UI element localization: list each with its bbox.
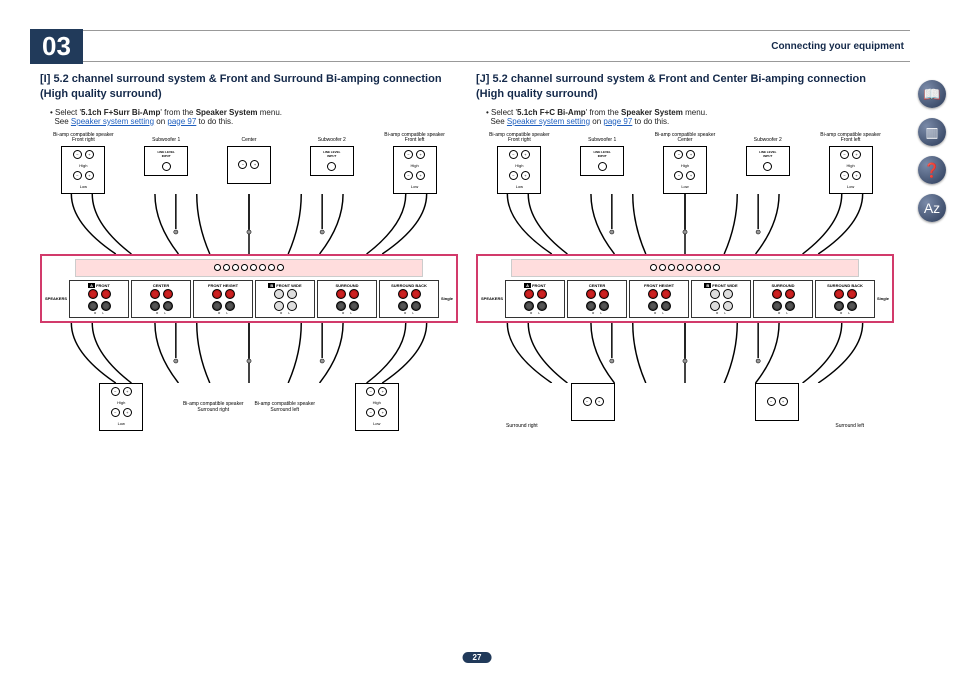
chapter-badge: 03 — [30, 29, 83, 64]
link-page-ref[interactable]: page 97 — [167, 117, 196, 126]
column-0: [I] 5.2 channel surround system & Front … — [40, 72, 458, 645]
instruction: • Select '5.1ch F+Surr Bi-Amp' from the … — [50, 108, 458, 126]
receiver-panel: SPEAKERSAFRONT RLCENTER RLFRONT HEIGHT R… — [476, 254, 894, 323]
header-title: Connecting your equipment — [771, 41, 910, 52]
section-title: [I] 5.2 channel surround system & Front … — [40, 72, 458, 102]
link-page-ref[interactable]: page 97 — [603, 117, 632, 126]
book-icon[interactable]: 📖 — [918, 80, 946, 108]
wiring-diagram: Bi-amp compatible speakerFront right−+Hi… — [40, 132, 458, 645]
nav-icon-bar: 📖 ▥ ❓ Aᴢ — [918, 80, 946, 222]
az-icon[interactable]: Aᴢ — [918, 194, 946, 222]
section-title: [J] 5.2 channel surround system & Front … — [476, 72, 894, 102]
receiver-panel: SPEAKERSAFRONT RLCENTER RLFRONT HEIGHT R… — [40, 254, 458, 323]
wiring-diagram: Bi-amp compatible speakerFront right−+Hi… — [476, 132, 894, 645]
manual-page: 03 Connecting your equipment 📖 ▥ ❓ Aᴢ [I… — [0, 0, 954, 675]
link-speaker-setting[interactable]: Speaker system setting — [71, 117, 154, 126]
instruction: • Select '5.1ch F+C Bi-Amp' from the Spe… — [486, 108, 894, 126]
page-header: 03 Connecting your equipment — [30, 30, 910, 62]
column-1: [J] 5.2 channel surround system & Front … — [476, 72, 894, 645]
page-number: 27 — [463, 652, 492, 663]
panel-icon[interactable]: ▥ — [918, 118, 946, 146]
link-speaker-setting[interactable]: Speaker system setting — [507, 117, 590, 126]
help-icon[interactable]: ❓ — [918, 156, 946, 184]
